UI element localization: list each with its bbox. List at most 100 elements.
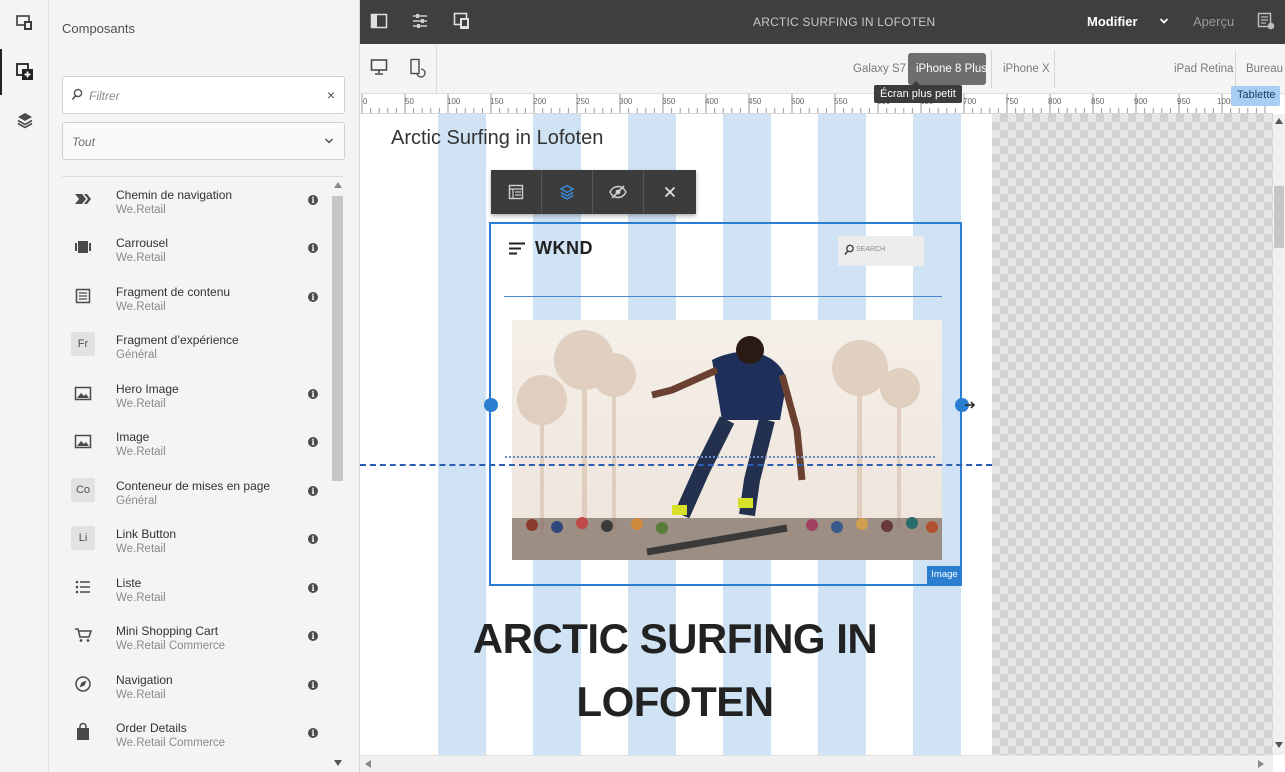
list-item[interactable]: Image We.Retail i: [62, 420, 332, 468]
component-group: Général: [116, 349, 157, 361]
layers-icon: [559, 184, 575, 200]
scroll-up-arrow[interactable]: [1275, 118, 1283, 124]
scrollbar-thumb[interactable]: [1274, 186, 1284, 248]
ruler-label: 150: [490, 97, 504, 106]
info-icon[interactable]: i: [308, 437, 318, 447]
hide-component-button[interactable]: [593, 170, 644, 214]
device-desktop[interactable]: Bureau: [1246, 63, 1283, 75]
breakpoint-marker[interactable]: Tablette: [1231, 86, 1280, 106]
preview-button[interactable]: Aperçu: [1193, 14, 1234, 29]
mode-selector-button[interactable]: Modifier: [1087, 14, 1138, 29]
chevron-down-icon: [324, 138, 334, 144]
filter-input[interactable]: [89, 86, 309, 106]
component-name: Carrousel: [116, 236, 169, 250]
component-name: Order Details: [116, 721, 187, 735]
components-tab-button[interactable]: [0, 49, 49, 95]
cart-icon: [71, 623, 95, 647]
list-item[interactable]: Chemin de navigation We.Retail i: [62, 178, 332, 226]
article-title[interactable]: ARCTIC SURFING IN LOFOTEN: [440, 607, 910, 733]
info-icon[interactable]: i: [308, 728, 318, 738]
filter-field[interactable]: ×: [62, 76, 345, 114]
component-name: Link Button: [116, 527, 177, 541]
toggle-side-panel-icon[interactable]: [370, 12, 388, 30]
ruler-label: 850: [1091, 97, 1105, 106]
visibility-off-icon: [609, 185, 627, 199]
component-group: We.Retail: [116, 204, 166, 216]
list-item[interactable]: Li Link Button We.Retail i: [62, 517, 332, 565]
search-icon: [71, 88, 83, 101]
scroll-up-arrow[interactable]: [334, 182, 342, 188]
ruler-label: 200: [533, 97, 547, 106]
fragment-abbrev-icon: Fr: [71, 332, 95, 356]
page-heading[interactable]: Arctic Surfing in Lofoten: [391, 127, 603, 150]
info-icon[interactable]: i: [308, 292, 318, 302]
canvas-horizontal-scrollbar[interactable]: [360, 755, 1273, 772]
component-group-select[interactable]: Tout: [62, 122, 345, 160]
info-icon[interactable]: i: [308, 195, 318, 205]
configure-button[interactable]: [491, 170, 542, 214]
info-icon[interactable]: i: [308, 680, 318, 690]
component-group: We.Retail: [116, 398, 166, 410]
search-icon: [844, 244, 854, 255]
monitor-icon[interactable]: [370, 58, 388, 76]
list-item[interactable]: Fr Fragment d’expérience Général: [62, 323, 332, 371]
info-icon[interactable]: i: [308, 631, 318, 641]
close-toolbar-button[interactable]: [644, 170, 695, 214]
link-abbrev-icon: Li: [71, 526, 95, 550]
emulator-toolbar: Galaxy S7 iPhone 8 Plus iPhone X iPad Re…: [360, 44, 1285, 94]
emulator-icon[interactable]: [453, 12, 471, 30]
rotate-device-icon[interactable]: [408, 58, 426, 78]
canvas-vertical-scrollbar[interactable]: [1273, 114, 1285, 755]
chevron-down-icon[interactable]: [1159, 17, 1169, 25]
list-item[interactable]: Order Details We.Retail Commerce i: [62, 711, 332, 759]
info-icon[interactable]: i: [308, 486, 318, 496]
info-icon[interactable]: i: [308, 534, 318, 544]
ruler-label: 950: [1177, 97, 1191, 106]
list-item[interactable]: Carrousel We.Retail i: [62, 226, 332, 274]
device-iphone-x[interactable]: iPhone X: [1003, 63, 1050, 75]
list-item[interactable]: Navigation We.Retail i: [62, 663, 332, 711]
list-item[interactable]: Fragment de contenu We.Retail i: [62, 275, 332, 323]
ruler-label: 900: [1134, 97, 1148, 106]
skateboarder-photo: [512, 320, 942, 560]
ruler-label: 400: [705, 97, 719, 106]
resize-handle-left[interactable]: [484, 398, 498, 412]
component-type-badge: Image: [927, 566, 962, 584]
device-galaxy-s7[interactable]: Galaxy S7: [853, 63, 906, 75]
device-tooltip: Écran plus petit: [874, 81, 962, 103]
device-ipad-retina[interactable]: iPad Retina: [1174, 63, 1233, 75]
ruler-label: 450: [748, 97, 762, 106]
scroll-right-arrow[interactable]: [1258, 760, 1264, 768]
parent-select-button[interactable]: [542, 170, 593, 214]
emulator-toggle-button[interactable]: [0, 0, 49, 46]
page-properties-icon[interactable]: [411, 12, 429, 30]
list-item[interactable]: Hero Image We.Retail i: [62, 372, 332, 420]
scroll-down-arrow[interactable]: [1275, 742, 1283, 748]
info-icon[interactable]: i: [308, 243, 318, 253]
list-item[interactable]: Liste We.Retail i: [62, 566, 332, 614]
layers-icon: [17, 113, 32, 129]
ruler-label: 50: [405, 97, 414, 106]
scroll-left-arrow[interactable]: [365, 760, 371, 768]
component-edit-toolbar: [491, 170, 696, 214]
info-icon[interactable]: i: [308, 583, 318, 593]
ruler-label: 500: [791, 97, 805, 106]
layers-tab-button[interactable]: [0, 97, 49, 143]
scrollbar-thumb[interactable]: [332, 196, 343, 481]
compass-icon: [71, 672, 95, 696]
component-list-scrollbar[interactable]: [332, 178, 345, 772]
component-group: We.Retail: [116, 592, 166, 604]
image-component-frame[interactable]: WKND SEARCH: [489, 222, 962, 586]
list-item[interactable]: Mini Shopping Cart We.Retail Commerce i: [62, 614, 332, 662]
info-icon[interactable]: i: [308, 389, 318, 399]
bag-icon: [71, 720, 95, 744]
component-group: We.Retail: [116, 689, 166, 701]
panel-title: Composants: [62, 21, 135, 36]
annotations-icon[interactable]: [1257, 12, 1275, 30]
list-item[interactable]: Co Conteneur de mises en page Général i: [62, 469, 332, 517]
page-canvas[interactable]: Arctic Surfing in Lofoten WKND SEARCH Im…: [360, 114, 1273, 755]
scroll-down-arrow[interactable]: [334, 760, 342, 766]
ruler-label: 250: [576, 97, 590, 106]
clear-filter-icon[interactable]: ×: [327, 86, 335, 104]
component-name: Mini Shopping Cart: [116, 624, 219, 638]
